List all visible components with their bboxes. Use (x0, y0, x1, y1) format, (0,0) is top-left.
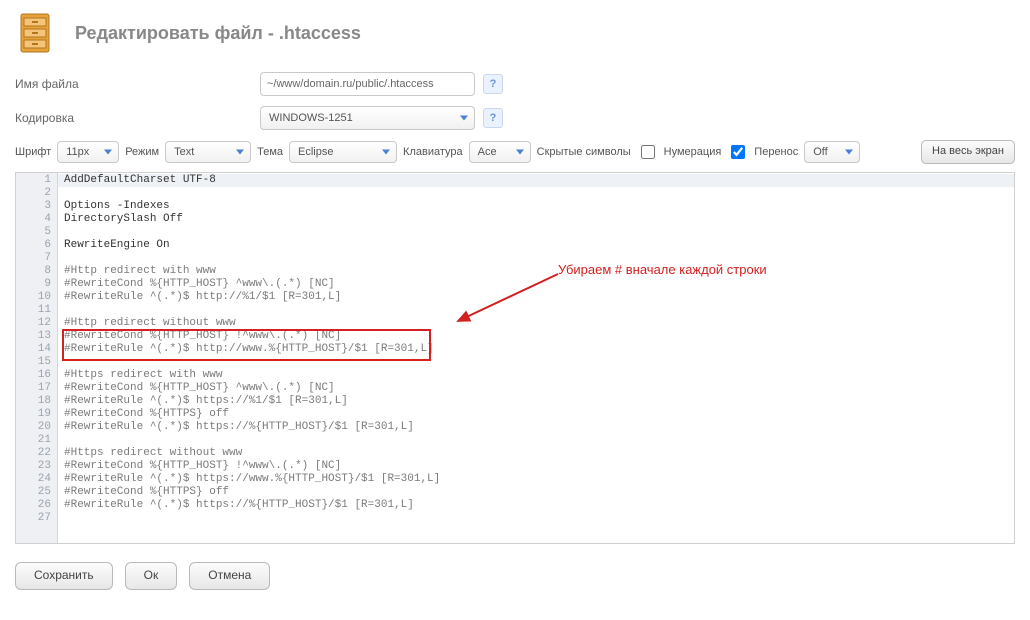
code-line: #Http redirect with www (58, 265, 1014, 278)
chevron-down-icon (460, 116, 468, 121)
line-number: 8 (16, 265, 57, 278)
line-number: 15 (16, 356, 57, 369)
code-line: #RewriteRule ^(.*)$ http://%1/$1 [R=301,… (58, 291, 1014, 304)
line-number: 20 (16, 421, 57, 434)
line-number: 9 (16, 278, 57, 291)
wrap-label: Перенос (754, 146, 798, 158)
font-select[interactable]: 11px (57, 141, 119, 163)
row-filename: Имя файла ? (15, 72, 1015, 96)
row-encoding: Кодировка WINDOWS-1251 ? (15, 106, 1015, 130)
encoding-select[interactable]: WINDOWS-1251 (260, 106, 475, 130)
code-line: #RewriteRule ^(.*)$ http://www.%{HTTP_HO… (58, 343, 1014, 356)
line-number: 24 (16, 473, 57, 486)
editor-toolbar: Шрифт 11px Режим Text Тема Eclipse Клави… (15, 140, 1015, 164)
mode-label: Режим (125, 146, 159, 158)
line-number: 4 (16, 213, 57, 226)
code-line (58, 187, 1014, 200)
code-line: #Https redirect with www (58, 369, 1014, 382)
line-number: 14 (16, 343, 57, 356)
code-line: #RewriteRule ^(.*)$ https://%{HTTP_HOST}… (58, 499, 1014, 512)
line-number: 25 (16, 486, 57, 499)
font-label: Шрифт (15, 146, 51, 158)
filename-input[interactable] (260, 72, 475, 96)
chevron-down-icon (516, 150, 524, 155)
line-number: 11 (16, 304, 57, 317)
line-number: 22 (16, 447, 57, 460)
code-line (58, 252, 1014, 265)
code-line: #RewriteRule ^(.*)$ https://%1/$1 [R=301… (58, 395, 1014, 408)
numbering-label: Нумерация (664, 146, 722, 158)
code-line: Options -Indexes (58, 200, 1014, 213)
chevron-down-icon (845, 150, 853, 155)
theme-label: Тема (257, 146, 283, 158)
line-number: 3 (16, 200, 57, 213)
line-number: 6 (16, 239, 57, 252)
code-line: #RewriteCond %{HTTP_HOST} ^www\.(.*) [NC… (58, 278, 1014, 291)
line-number: 26 (16, 499, 57, 512)
code-line (58, 304, 1014, 317)
annotation-text: Убираем # вначале каждой строки (558, 262, 767, 277)
code-line: #Https redirect without www (58, 447, 1014, 460)
code-line: #Http redirect without www (58, 317, 1014, 330)
code-line: #RewriteRule ^(.*)$ https://%{HTTP_HOST}… (58, 421, 1014, 434)
line-number: 21 (16, 434, 57, 447)
chevron-down-icon (236, 150, 244, 155)
code-line (58, 512, 1014, 525)
line-number: 2 (16, 187, 57, 200)
mode-select[interactable]: Text (165, 141, 251, 163)
help-icon[interactable]: ? (483, 108, 503, 128)
code-line: #RewriteCond %{HTTPS} off (58, 486, 1014, 499)
code-line: RewriteEngine On (58, 239, 1014, 252)
wrap-select[interactable]: Off (804, 141, 860, 163)
line-number: 18 (16, 395, 57, 408)
code-line: AddDefaultCharset UTF-8 (58, 174, 1014, 187)
theme-select[interactable]: Eclipse (289, 141, 397, 163)
line-number: 10 (16, 291, 57, 304)
code-editor[interactable]: 1234567891011121314151617181920212223242… (15, 172, 1015, 544)
hidden-checkbox[interactable] (641, 145, 655, 159)
code-line: #RewriteCond %{HTTPS} off (58, 408, 1014, 421)
hidden-label: Скрытые символы (537, 146, 631, 158)
code-line (58, 434, 1014, 447)
ok-button[interactable]: Ок (125, 562, 178, 590)
line-number: 1 (16, 174, 57, 187)
button-row: Сохранить Ок Отмена (15, 562, 1015, 590)
numbering-checkbox[interactable] (731, 145, 745, 159)
header: Редактировать файл - .htaccess (15, 10, 1015, 56)
fullscreen-button[interactable]: На весь экран (921, 140, 1015, 164)
line-number: 16 (16, 369, 57, 382)
chevron-down-icon (382, 150, 390, 155)
line-gutter: 1234567891011121314151617181920212223242… (16, 173, 58, 543)
code-line (58, 226, 1014, 239)
code-line: DirectorySlash Off (58, 213, 1014, 226)
code-area[interactable]: Убираем # вначале каждой строки AddDefau… (58, 173, 1014, 543)
line-number: 12 (16, 317, 57, 330)
keyboard-select[interactable]: Ace (469, 141, 531, 163)
line-number: 13 (16, 330, 57, 343)
filename-label: Имя файла (15, 77, 260, 91)
line-number: 23 (16, 460, 57, 473)
line-number: 7 (16, 252, 57, 265)
line-number: 19 (16, 408, 57, 421)
cancel-button[interactable]: Отмена (189, 562, 270, 590)
help-icon[interactable]: ? (483, 74, 503, 94)
line-number: 27 (16, 512, 57, 525)
chevron-down-icon (104, 150, 112, 155)
line-number: 5 (16, 226, 57, 239)
line-number: 17 (16, 382, 57, 395)
encoding-label: Кодировка (15, 111, 260, 125)
file-cabinet-icon (15, 10, 61, 56)
keyboard-label: Клавиатура (403, 146, 463, 158)
page-title: Редактировать файл - .htaccess (75, 23, 361, 44)
code-line: #RewriteRule ^(.*)$ https://www.%{HTTP_H… (58, 473, 1014, 486)
code-line: #RewriteCond %{HTTP_HOST} !^www\.(.*) [N… (58, 460, 1014, 473)
save-button[interactable]: Сохранить (15, 562, 113, 590)
code-line: #RewriteCond %{HTTP_HOST} ^www\.(.*) [NC… (58, 382, 1014, 395)
code-line (58, 356, 1014, 369)
code-line: #RewriteCond %{HTTP_HOST} !^www\.(.*) [N… (58, 330, 1014, 343)
